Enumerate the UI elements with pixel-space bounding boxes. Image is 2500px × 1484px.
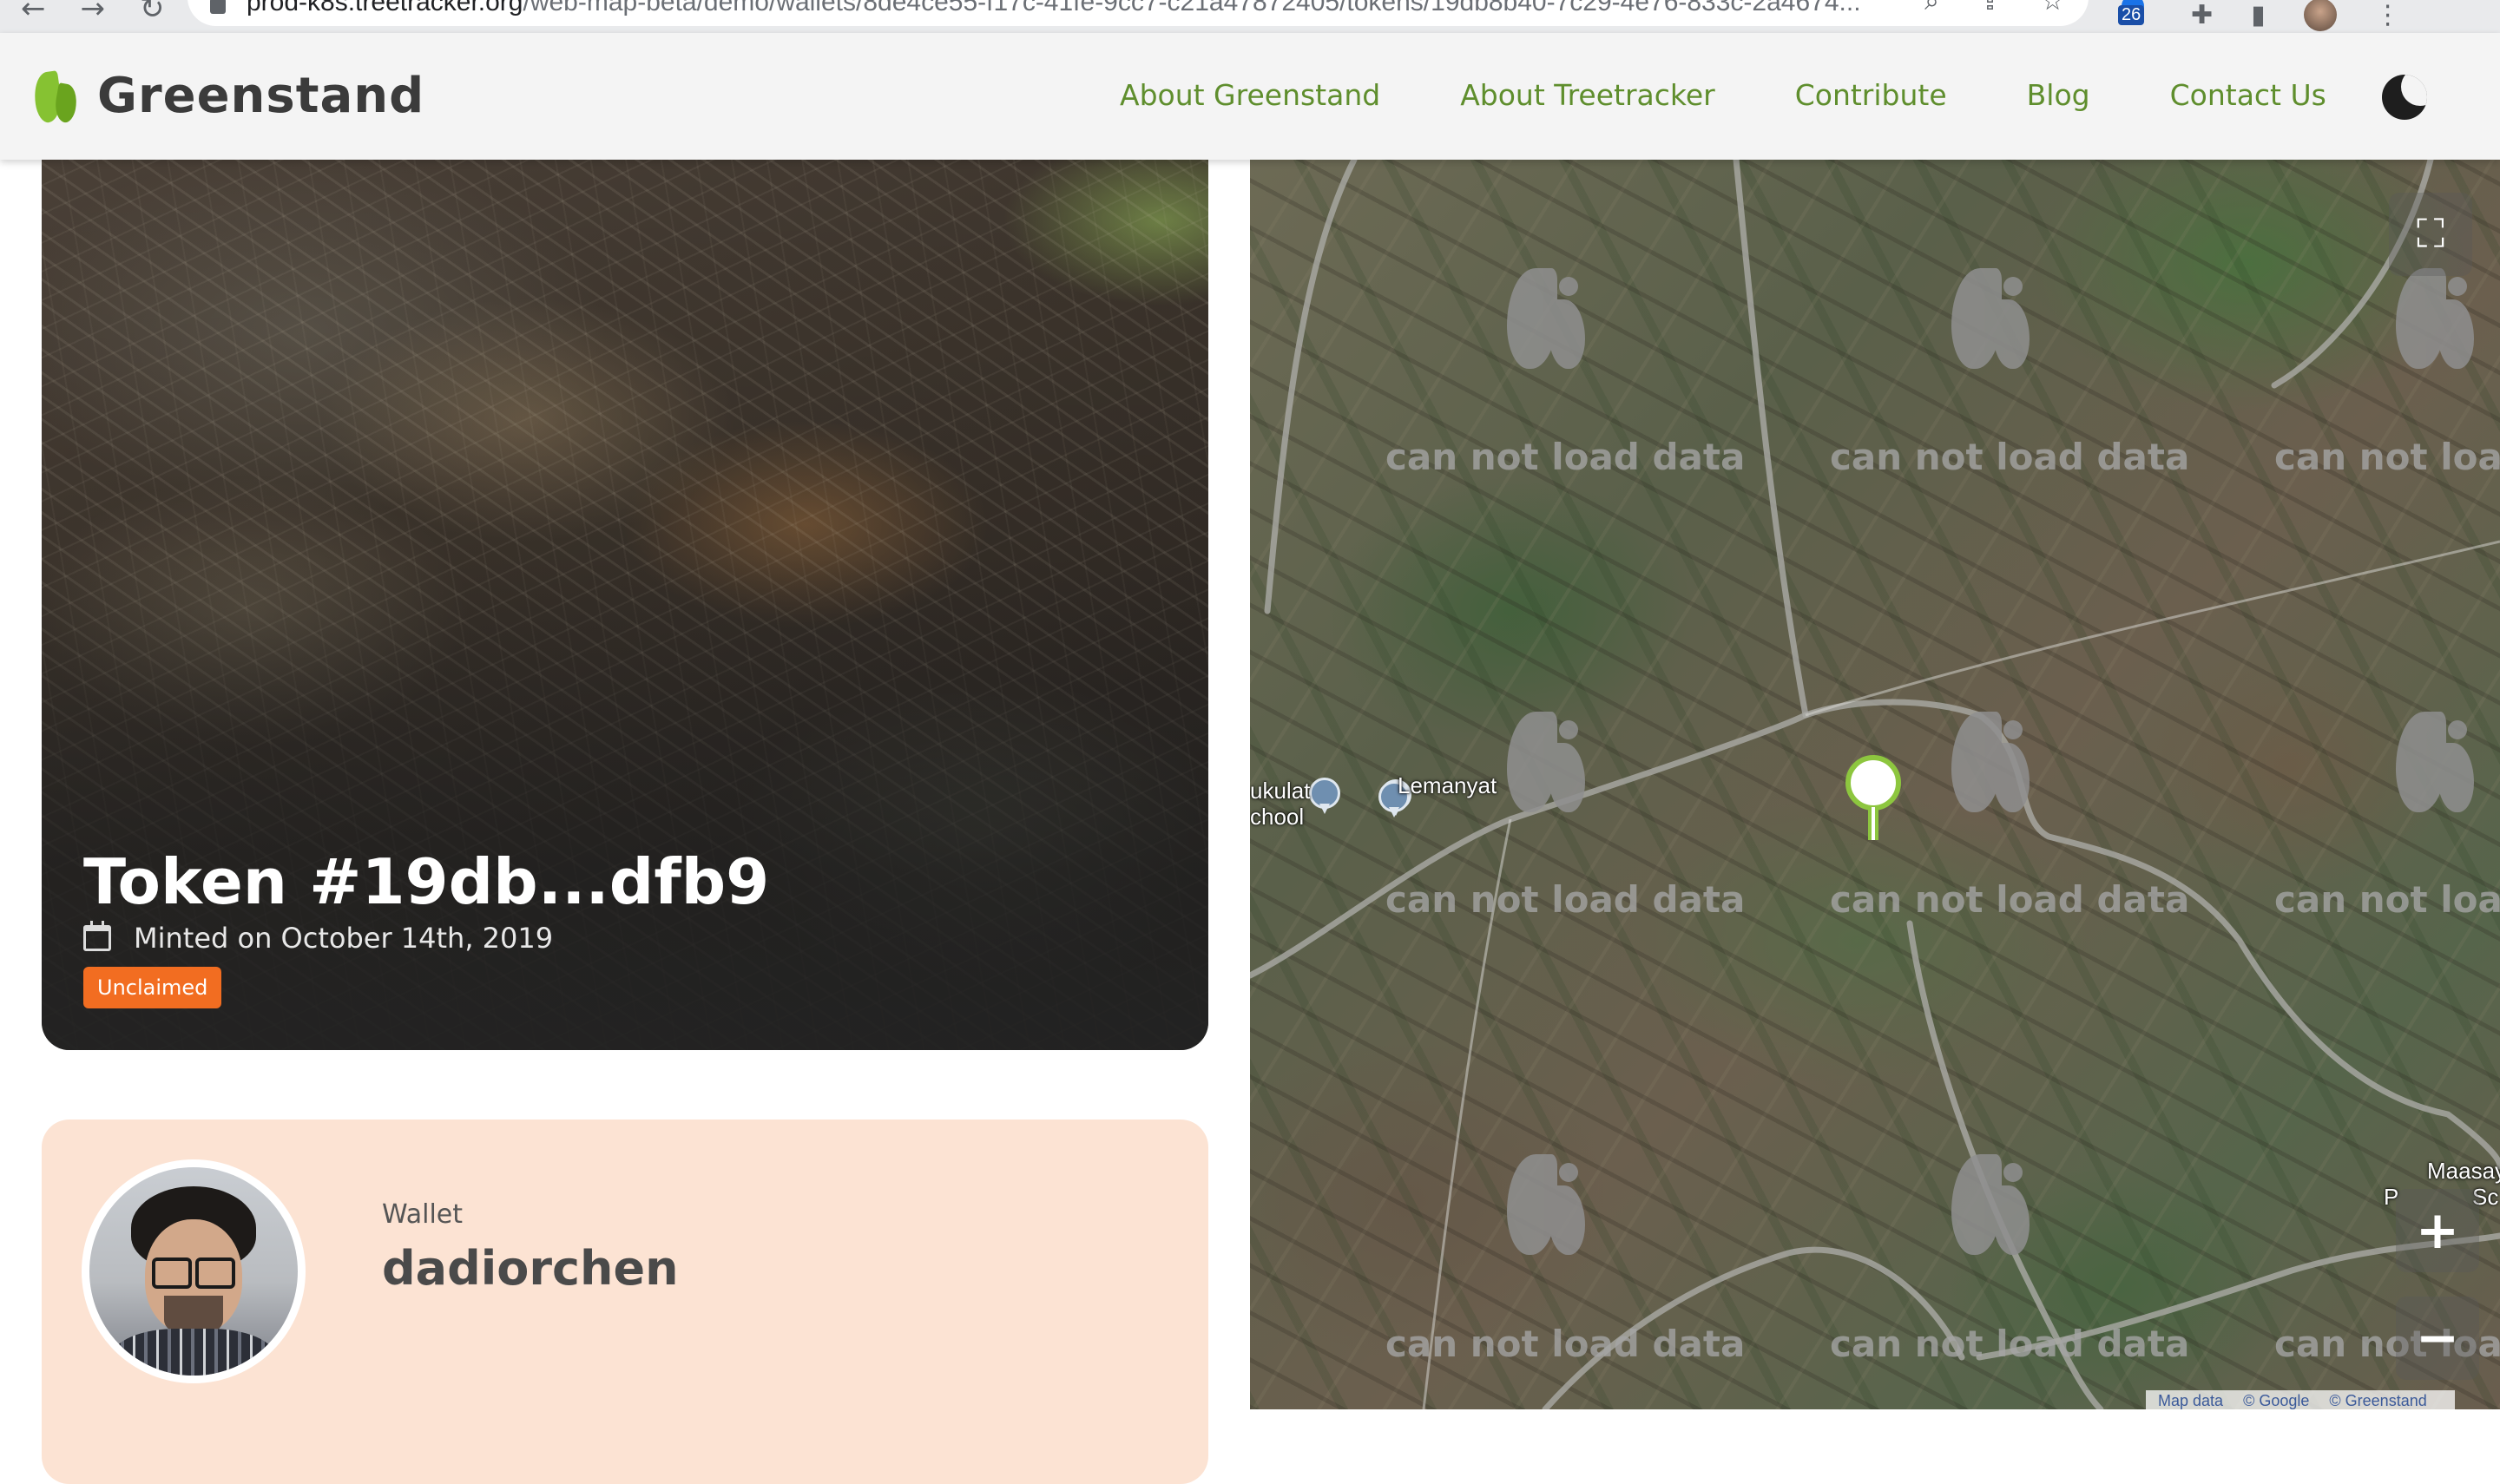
top-navbar: Greenstand About Greenstand About Treetr…: [0, 33, 2500, 160]
nav-link-about-greenstand[interactable]: About Greenstand: [1120, 78, 1380, 112]
forward-icon[interactable]: →: [81, 0, 106, 26]
nav-link-about-treetracker[interactable]: About Treetracker: [1460, 78, 1715, 112]
nav-link-contribute[interactable]: Contribute: [1795, 78, 1947, 112]
extension-icon[interactable]: 26: [2118, 0, 2153, 30]
url-text[interactable]: prod-k8s.treetracker.org/web-map-beta/de…: [247, 0, 1861, 17]
attribution-map-data[interactable]: Map data: [2158, 1392, 2223, 1409]
reload-icon[interactable]: ↻: [140, 0, 165, 26]
token-card: Token #19db...dfb9 Minted on October 14t…: [42, 160, 1208, 1050]
sidebar-icon[interactable]: ▮: [2251, 0, 2266, 30]
browser-nav: ← → ↻: [21, 0, 165, 26]
minted-date: Minted on October 14th, 2019: [83, 921, 554, 955]
address-bar-icons: ⌕ ⇪ ☆: [1924, 0, 2064, 16]
wallet-card[interactable]: Wallet dadiorchen: [42, 1120, 1208, 1484]
wallet-label: Wallet: [382, 1199, 464, 1230]
attribution-google[interactable]: © Google: [2243, 1392, 2309, 1409]
map[interactable]: can not load data can not load data can …: [1250, 160, 2500, 1409]
avatar[interactable]: [82, 1159, 306, 1383]
place-label-maasay[interactable]: Maasay: [2427, 1158, 2500, 1185]
tile-logo-icon: [2396, 712, 2477, 814]
token-title: Token #19db...dfb9: [83, 845, 770, 918]
moon-icon[interactable]: [2382, 75, 2427, 120]
minted-text: Minted on October 14th, 2019: [134, 922, 554, 955]
tile-error-text: can not load data: [2274, 436, 2500, 478]
nav-links: About Greenstand About Treetracker Contr…: [1120, 78, 2326, 112]
tile-logo-icon: [1507, 712, 1589, 814]
brand-logo[interactable]: Greenstand: [31, 68, 425, 124]
browser-toolbar: 26 ✚ ▮ ⋮: [2118, 0, 2401, 31]
attribution-greenstand[interactable]: © Greenstand: [2329, 1392, 2426, 1409]
calendar-icon: [83, 921, 111, 951]
zoom-out-button[interactable]: −: [2396, 1297, 2479, 1380]
tile-error-text: can not load data: [1385, 436, 1746, 478]
fullscreen-icon[interactable]: ⛶: [2389, 193, 2472, 276]
tile-error-text: can not load data: [2274, 878, 2500, 921]
address-bar[interactable]: prod-k8s.treetracker.org/web-map-beta/de…: [188, 0, 2089, 26]
school-place-icon[interactable]: [1309, 778, 1340, 816]
place-label-chool[interactable]: chool: [1250, 804, 1304, 831]
brand-name: Greenstand: [97, 68, 425, 124]
tile-error-text: can not load data: [1830, 878, 2190, 921]
zoom-in-button[interactable]: +: [2396, 1189, 2479, 1272]
map-attribution: Map data © Google © Greenstand: [2146, 1390, 2455, 1409]
nav-link-blog[interactable]: Blog: [2027, 78, 2090, 112]
nav-link-contact-us[interactable]: Contact Us: [2170, 78, 2326, 112]
tree-location-pin[interactable]: [1845, 755, 1901, 842]
menu-icon[interactable]: ⋮: [2375, 0, 2401, 30]
browser-chrome: ← → ↻ prod-k8s.treetracker.org/web-map-b…: [0, 0, 2500, 33]
wallet-name[interactable]: dadiorchen: [382, 1241, 679, 1296]
star-icon[interactable]: ☆: [2041, 0, 2064, 16]
tile-error-text: can not load data: [1830, 436, 2190, 478]
tile-logo-icon: [1507, 268, 1589, 371]
tile-logo-icon: [2396, 268, 2477, 371]
place-label-ukulat[interactable]: ukulat: [1250, 778, 1310, 804]
tile-error-text: can not load data: [1385, 878, 1746, 921]
tile-logo-icon: [1951, 1154, 2033, 1257]
profile-avatar[interactable]: [2303, 0, 2337, 31]
lock-icon[interactable]: [210, 0, 226, 14]
back-icon[interactable]: ←: [21, 0, 46, 26]
tile-logo-icon: [1507, 1154, 1589, 1257]
tile-logo-icon: [1951, 712, 2033, 814]
tile-logo-icon: [1951, 268, 2033, 371]
tile-error-text: can not load data: [1385, 1323, 1746, 1365]
place-label-lemanyat[interactable]: Lemanyat: [1398, 772, 1497, 799]
status-badge: Unclaimed: [83, 967, 222, 1008]
leaf-logo-icon: [31, 69, 80, 124]
tile-error-text: can not load data: [1830, 1323, 2190, 1365]
search-icon[interactable]: ⌕: [1924, 0, 1939, 16]
share-icon[interactable]: ⇪: [1979, 0, 2001, 16]
puzzle-icon[interactable]: ✚: [2191, 0, 2213, 30]
